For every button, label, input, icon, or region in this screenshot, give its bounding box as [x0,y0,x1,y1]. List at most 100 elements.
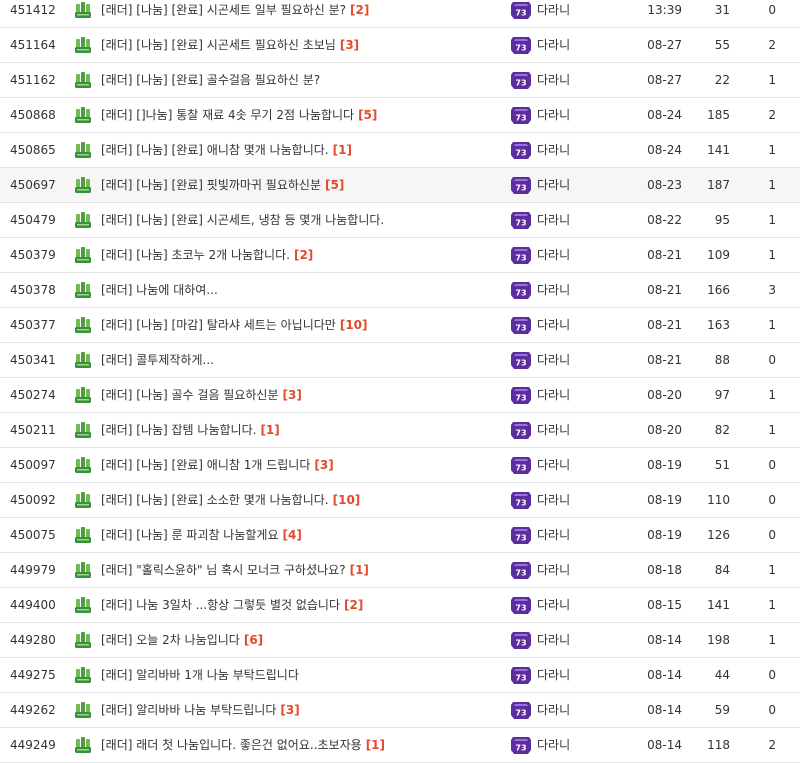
post-author[interactable]: 다라니 [537,448,627,482]
ladder-category-icon [73,666,93,684]
comment-count[interactable]: [3] [340,38,359,52]
post-row[interactable]: 451162 [래더] [나눔] [완료] 골수걸음 필요하신 분? 73 다라… [0,63,800,98]
post-row[interactable]: 450092 [래더] [나눔] [완료] 소소한 몇개 나눔합니다. [10] … [0,483,800,518]
post-author[interactable]: 다라니 [537,238,627,272]
post-title-link[interactable]: [래더] [나눔] [완료] 핏빛까마귀 필요하신분 [5] [101,168,501,202]
post-title-link[interactable]: [래더] 나눔에 대하여... [101,273,501,307]
post-title-link[interactable]: [래더] 오늘 2차 나눔입니다 [6] [101,623,501,657]
post-row[interactable]: 450377 [래더] [나눔] [마감] 탈라샤 세트는 아닙니다만 [10] … [0,308,800,343]
post-author[interactable]: 다라니 [537,693,627,727]
post-likes: 2 [768,738,776,752]
post-author[interactable]: 다라니 [537,168,627,202]
post-title-link[interactable]: [래더] 알리바바 1개 나눔 부탁드립니다 [101,658,501,692]
comment-count[interactable]: [4] [283,528,302,542]
post-title-link[interactable]: [래더] 콜투제작하게... [101,343,501,377]
comment-count[interactable]: [3] [283,388,302,402]
post-title-link[interactable]: [래더] 래더 첫 나눔입니다. 좋은건 없어요..초보자용 [1] [101,728,501,762]
post-row[interactable]: 450075 [래더] [나눔] 룬 파괴참 나눔할게요 [4] 73 다라니 0… [0,518,800,553]
post-author[interactable]: 다라니 [537,658,627,692]
post-title-link[interactable]: [래더] [나눔] [마감] 탈라샤 세트는 아닙니다만 [10] [101,308,501,342]
post-row[interactable]: 449280 [래더] 오늘 2차 나눔입니다 [6] 73 다라니 08-14 … [0,623,800,658]
post-title-link[interactable]: [래더] [나눔] [완료] 소소한 몇개 나눔합니다. [10] [101,483,501,517]
ladder-category-icon [73,176,93,194]
ladder-category-icon [73,456,93,474]
comment-count[interactable]: [3] [314,458,333,472]
post-title-link[interactable]: [래더] []나눔] 통찰 재료 4솟 무기 2점 나눔합니다 [5] [101,98,501,132]
post-author[interactable]: 다라니 [537,28,627,62]
post-row[interactable]: 451412 [래더] [나눔] [완료] 시곤세트 일부 필요하신 분? [2]… [0,0,800,28]
comment-count[interactable]: [1] [260,423,279,437]
post-row[interactable]: 450274 [래더] [나눔] 골수 걸음 필요하신분 [3] 73 다라니 0… [0,378,800,413]
post-title-link[interactable]: [래더] [나눔] 잡템 나눔합니다. [1] [101,413,501,447]
post-title-link[interactable]: [래더] [나눔] [완료] 골수걸음 필요하신 분? [101,63,501,97]
post-author[interactable]: 다라니 [537,588,627,622]
badge-level-text: 73 [515,429,526,438]
comment-count[interactable]: [3] [280,703,299,717]
comment-count[interactable]: [5] [358,108,377,122]
badge-level-text: 73 [515,394,526,403]
post-row[interactable]: 450865 [래더] [나눔] [완료] 애니참 몇개 나눔합니다. [1] 7… [0,133,800,168]
post-author[interactable]: 다라니 [537,623,627,657]
badge-level-text: 73 [515,499,526,508]
post-author[interactable]: 다라니 [537,203,627,237]
post-row[interactable]: 449275 [래더] 알리바바 1개 나눔 부탁드립니다 73 다라니 08-… [0,658,800,693]
post-likes: 1 [768,598,776,612]
post-title-link[interactable]: [래더] [나눔] [완료] 애니참 몇개 나눔합니다. [1] [101,133,501,167]
ladder-category-icon [73,141,93,159]
post-number: 450379 [10,248,56,262]
post-row[interactable]: 450697 [래더] [나눔] [완료] 핏빛까마귀 필요하신분 [5] 73 … [0,168,800,203]
post-title-link[interactable]: [래더] [나눔] 초코누 2개 나눔합니다. [2] [101,238,501,272]
post-author[interactable]: 다라니 [537,553,627,587]
comment-count[interactable]: [1] [350,563,369,577]
comment-count[interactable]: [1] [366,738,385,752]
post-author[interactable]: 다라니 [537,0,627,27]
post-row[interactable]: 449400 [래더] 나눔 3일차 ...항상 그렇듯 별것 없습니다 [2] … [0,588,800,623]
post-author[interactable]: 다라니 [537,728,627,762]
post-row[interactable]: 450211 [래더] [나눔] 잡템 나눔합니다. [1] 73 다라니 08-… [0,413,800,448]
post-title-link[interactable]: [래더] [나눔] [완료] 시곤세트 일부 필요하신 분? [2] [101,0,501,27]
post-date: 08-14 [647,738,682,752]
post-row[interactable]: 449979 [래더] "홀릭스윤하" 님 혹시 모너크 구하셨나요? [1] 7… [0,553,800,588]
post-title-link[interactable]: [래더] [나눔] [완료] 시곤세트 필요하신 초보님 [3] [101,28,501,62]
post-author[interactable]: 다라니 [537,273,627,307]
post-row[interactable]: 450378 [래더] 나눔에 대하여... 73 다라니 08-21 166 … [0,273,800,308]
post-title-link[interactable]: [래더] "홀릭스윤하" 님 혹시 모너크 구하셨나요? [1] [101,553,501,587]
post-title-link[interactable]: [래더] 나눔 3일차 ...항상 그렇듯 별것 없습니다 [2] [101,588,501,622]
post-title-link[interactable]: [래더] [나눔] [완료] 시곤세트, 냉참 등 몇개 나눔합니다. [101,203,501,237]
comment-count[interactable]: [2] [350,3,369,17]
post-author[interactable]: 다라니 [537,343,627,377]
post-author[interactable]: 다라니 [537,483,627,517]
post-title-link[interactable]: [래더] [나눔] 룬 파괴참 나눔할게요 [4] [101,518,501,552]
post-row[interactable]: 450097 [래더] [나눔] [완료] 애니참 1개 드립니다 [3] 73 … [0,448,800,483]
post-author[interactable]: 다라니 [537,518,627,552]
comment-count[interactable]: [2] [344,598,363,612]
post-views: 141 [707,143,730,157]
post-author[interactable]: 다라니 [537,98,627,132]
comment-count[interactable]: [10] [333,493,361,507]
post-author[interactable]: 다라니 [537,378,627,412]
post-author[interactable]: 다라니 [537,308,627,342]
post-row[interactable]: 449262 [래더] 알리바바 나눔 부탁드립니다 [3] 73 다라니 08-… [0,693,800,728]
post-row[interactable]: 449249 [래더] 래더 첫 나눔입니다. 좋은건 없어요..초보자용 [1]… [0,728,800,763]
post-row[interactable]: 450379 [래더] [나눔] 초코누 2개 나눔합니다. [2] 73 다라니… [0,238,800,273]
comment-count[interactable]: [6] [244,633,263,647]
comment-count[interactable]: [2] [294,248,313,262]
post-row[interactable]: 451164 [래더] [나눔] [완료] 시곤세트 필요하신 초보님 [3] 7… [0,28,800,63]
badge-level-text: 73 [515,534,526,543]
post-views: 141 [707,598,730,612]
post-title: [래더] [나눔] [완료] 시곤세트 일부 필요하신 분? [101,3,347,17]
post-row[interactable]: 450479 [래더] [나눔] [완료] 시곤세트, 냉참 등 몇개 나눔합니… [0,203,800,238]
ladder-category-icon [73,281,93,299]
post-row[interactable]: 450341 [래더] 콜투제작하게... 73 다라니 08-21 88 0 [0,343,800,378]
level-73-badge-icon: 73 [510,175,532,195]
post-title-link[interactable]: [래더] 알리바바 나눔 부탁드립니다 [3] [101,693,501,727]
comment-count[interactable]: [5] [325,178,344,192]
comment-count[interactable]: [10] [340,318,368,332]
post-author[interactable]: 다라니 [537,63,627,97]
comment-count[interactable]: [1] [333,143,352,157]
post-author[interactable]: 다라니 [537,413,627,447]
post-title-link[interactable]: [래더] [나눔] 골수 걸음 필요하신분 [3] [101,378,501,412]
post-title-link[interactable]: [래더] [나눔] [완료] 애니참 1개 드립니다 [3] [101,448,501,482]
post-row[interactable]: 450868 [래더] []나눔] 통찰 재료 4솟 무기 2점 나눔합니다 [5… [0,98,800,133]
post-author[interactable]: 다라니 [537,133,627,167]
